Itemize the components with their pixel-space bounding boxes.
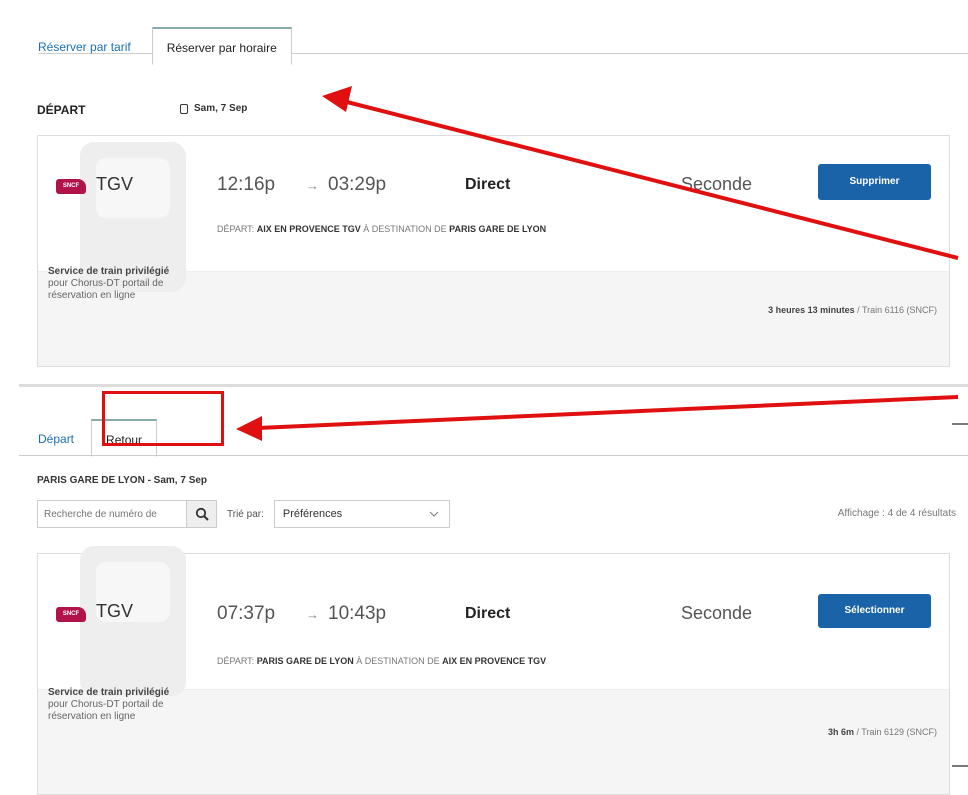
annotation-arrowhead-date	[322, 86, 352, 112]
annotation-arrow-return	[257, 395, 959, 430]
annotation-arrows	[236, 86, 968, 767]
annotation-arrowhead-return	[236, 416, 262, 441]
annotation-arrow-date	[342, 99, 959, 260]
